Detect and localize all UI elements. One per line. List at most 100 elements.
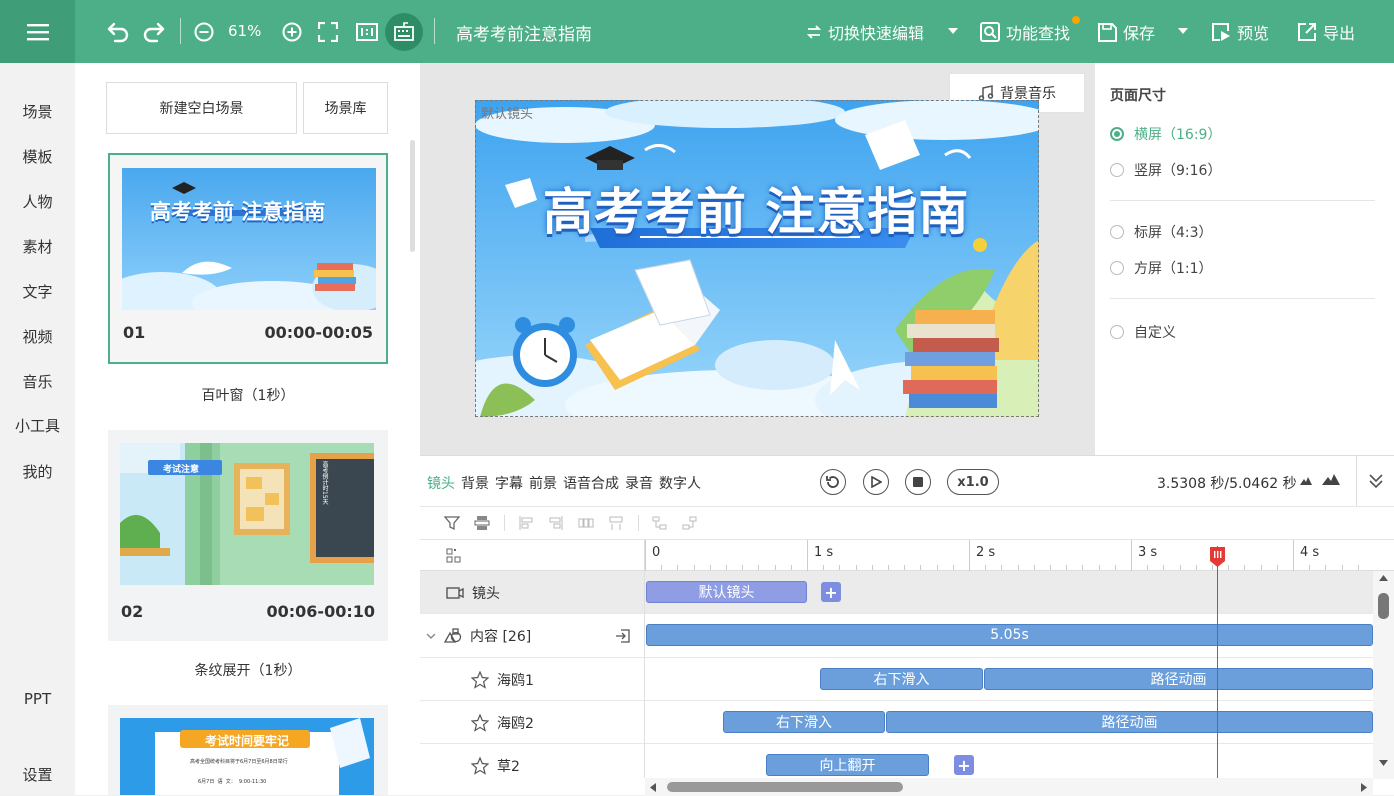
save-dropdown-icon[interactable] xyxy=(1178,28,1188,34)
ruler-minor-tick xyxy=(920,565,922,570)
scene-card-02[interactable]: 考试注意 高考倒计时15天 02 00:06-00:10 xyxy=(108,430,388,641)
ruler-minor-tick xyxy=(1228,565,1230,570)
new-blank-scene-button[interactable]: 新建空白场景 xyxy=(106,82,297,134)
radio-label: 竖屏（9:16） xyxy=(1134,163,1222,179)
timeline-horizontal-scrollbar[interactable] xyxy=(645,778,1373,796)
page-size-standard-radio[interactable]: 标屏（4:3） xyxy=(1110,222,1213,242)
ruler-minor-tick xyxy=(790,565,792,570)
distribute-vertical-icon[interactable] xyxy=(608,515,624,531)
add-camera-button[interactable]: + xyxy=(821,582,841,602)
export-button[interactable]: 导出 xyxy=(1297,20,1355,44)
collapse-timeline-button[interactable] xyxy=(1356,456,1394,506)
undo-icon xyxy=(107,22,129,43)
zoom-out-timeline-icon[interactable] xyxy=(1300,477,1312,485)
track-grass-2: 草2 向上翻开 + xyxy=(420,744,1373,778)
animation-clip[interactable]: 向上翻开 xyxy=(766,754,929,776)
quick-edit-dropdown-icon[interactable] xyxy=(948,28,958,34)
tab-tts[interactable]: 语音合成 xyxy=(563,473,619,493)
preview-icon xyxy=(1212,23,1230,41)
playhead-handle[interactable] xyxy=(1209,546,1226,568)
ruler-minor-tick xyxy=(1260,565,1262,570)
scroll-right-icon[interactable] xyxy=(1361,783,1367,792)
quick-edit-label: 切换快速编辑 xyxy=(828,24,925,43)
preview-button[interactable]: 预览 xyxy=(1211,20,1269,44)
grid-icon[interactable] xyxy=(446,548,461,563)
time-ruler[interactable]: 0 1 s 2 s 3 s 4 s xyxy=(420,539,1394,571)
document-title[interactable]: 高考考前注意指南 xyxy=(456,20,592,45)
function-search-button[interactable]: 功能查找 xyxy=(980,20,1070,44)
track-name: 海鸥1 xyxy=(497,672,534,689)
nav-material[interactable]: 素材 xyxy=(0,236,75,257)
filter-icon[interactable] xyxy=(444,515,460,531)
play-button[interactable] xyxy=(863,469,889,495)
stagger-down-icon[interactable] xyxy=(652,515,668,531)
animation-clip[interactable]: 右下滑入 xyxy=(820,668,983,690)
tab-digital-human[interactable]: 数字人 xyxy=(659,473,701,493)
tab-subtitle[interactable]: 字幕 xyxy=(495,473,523,493)
scroll-up-icon[interactable] xyxy=(1379,575,1388,581)
redo-button[interactable] xyxy=(140,16,168,48)
preview-label: 预览 xyxy=(1237,24,1270,43)
scene-card-01[interactable]: 高考考前 注意指南 01 00:00-00:05 xyxy=(108,153,388,364)
chevron-down-icon[interactable] xyxy=(426,632,436,640)
enter-group-icon[interactable] xyxy=(615,628,631,644)
scenes-scrollbar[interactable] xyxy=(410,140,415,252)
ruler-tick xyxy=(645,540,646,571)
save-button[interactable]: 保存 xyxy=(1098,20,1155,44)
keyboard-toggle-button[interactable] xyxy=(385,13,423,51)
zoom-in-button[interactable] xyxy=(280,16,304,48)
nav-music[interactable]: 音乐 xyxy=(0,371,75,392)
camera-frame[interactable] xyxy=(475,100,1039,417)
content-clip[interactable]: 5.05s xyxy=(646,624,1373,646)
fit-screen-button[interactable] xyxy=(316,16,340,48)
distribute-horizontal-icon[interactable] xyxy=(578,515,594,531)
undo-button[interactable] xyxy=(104,16,132,48)
scroll-thumb[interactable] xyxy=(1378,593,1389,619)
zoom-out-button[interactable] xyxy=(192,16,216,48)
camera-clip[interactable]: 默认镜头 xyxy=(646,581,807,603)
stop-button[interactable] xyxy=(905,469,931,495)
camera-icon xyxy=(446,586,464,599)
page-size-portrait-radio[interactable]: 竖屏（9:16） xyxy=(1110,160,1221,180)
align-left-icon[interactable] xyxy=(518,515,534,531)
nav-template[interactable]: 模板 xyxy=(0,146,75,167)
scene-transition-label[interactable]: 百叶窗（1秒） xyxy=(108,385,388,405)
actual-size-button[interactable] xyxy=(354,16,380,48)
tab-camera[interactable]: 镜头 xyxy=(427,473,455,493)
align-right-icon[interactable] xyxy=(548,515,564,531)
playback-speed-button[interactable]: x1.0 xyxy=(947,469,999,495)
timeline-vertical-scrollbar[interactable] xyxy=(1373,571,1394,779)
nav-mine[interactable]: 我的 xyxy=(0,461,75,482)
animation-clip[interactable]: 路径动画 xyxy=(886,711,1373,733)
scene-transition-label[interactable]: 条纹展开（1秒） xyxy=(108,660,388,680)
nav-ppt[interactable]: PPT xyxy=(0,690,75,708)
scroll-left-icon[interactable] xyxy=(650,783,656,792)
layers-icon[interactable] xyxy=(474,515,490,531)
scroll-thumb[interactable] xyxy=(667,782,903,792)
nav-text[interactable]: 文字 xyxy=(0,281,75,302)
animation-clip[interactable]: 右下滑入 xyxy=(723,711,885,733)
hamburger-icon xyxy=(26,23,49,40)
tab-recording[interactable]: 录音 xyxy=(625,473,653,493)
scene-library-button[interactable]: 场景库 xyxy=(303,82,388,134)
nav-settings[interactable]: 设置 xyxy=(0,764,75,785)
page-size-landscape-radio[interactable]: 横屏（16:9） xyxy=(1110,124,1221,144)
page-size-custom-radio[interactable]: 自定义 xyxy=(1110,322,1176,342)
add-animation-button[interactable]: + xyxy=(954,755,974,775)
tab-foreground[interactable]: 前景 xyxy=(529,473,557,493)
scroll-down-icon[interactable] xyxy=(1379,760,1388,766)
scene-text-row: 6月7日 语 文： 9:00-11:30 xyxy=(198,779,267,785)
menu-button[interactable] xyxy=(0,0,75,63)
scene-card-03[interactable]: 考试时间要牢记 高考全国统考科目将于6月7日至6月8日举行 6月7日 语 文： … xyxy=(108,705,388,795)
quick-edit-toggle[interactable]: 切换快速编辑 xyxy=(806,20,924,44)
nav-character[interactable]: 人物 xyxy=(0,191,75,212)
zoom-in-timeline-icon[interactable] xyxy=(1322,474,1340,485)
stagger-up-icon[interactable] xyxy=(682,515,698,531)
page-size-square-radio[interactable]: 方屏（1:1） xyxy=(1110,258,1213,278)
nav-tools[interactable]: 小工具 xyxy=(0,415,75,436)
tab-background[interactable]: 背景 xyxy=(461,473,489,493)
nav-scene[interactable]: 场景 xyxy=(0,101,75,122)
animation-clip[interactable]: 路径动画 xyxy=(984,668,1373,690)
nav-video[interactable]: 视频 xyxy=(0,326,75,347)
replay-button[interactable] xyxy=(820,469,846,495)
